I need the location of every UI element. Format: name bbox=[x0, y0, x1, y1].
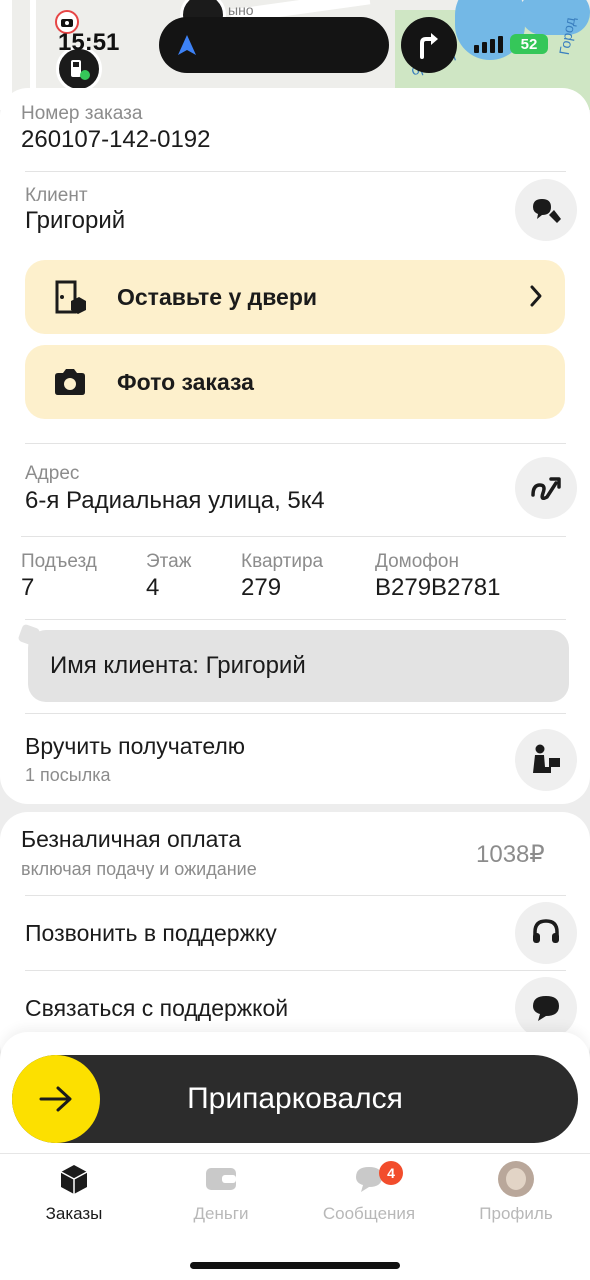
divider bbox=[25, 895, 566, 896]
person-parcel-icon bbox=[533, 744, 560, 773]
divider bbox=[25, 443, 566, 444]
turn-direction-button[interactable] bbox=[401, 17, 457, 73]
camera-icon bbox=[61, 19, 73, 27]
apartment-label: Квартира bbox=[241, 551, 324, 572]
entrance-value: 7 bbox=[21, 574, 35, 601]
leave-at-door-card[interactable]: Оставьте у двери bbox=[25, 260, 565, 334]
payment-amount: 1038₽ bbox=[476, 841, 545, 868]
fuel-pump-icon bbox=[71, 60, 90, 80]
tab-profile[interactable]: Профиль bbox=[442, 1160, 590, 1224]
contact-support-label[interactable]: Связаться с поддержкой bbox=[25, 995, 288, 1022]
call-support-button[interactable] bbox=[515, 902, 577, 964]
divider bbox=[21, 536, 566, 537]
tab-orders-label: Заказы bbox=[45, 1204, 103, 1223]
tab-bar-divider bbox=[0, 1153, 590, 1154]
payment-title: Безналичная оплата bbox=[21, 826, 242, 852]
tab-money[interactable]: Деньги bbox=[147, 1160, 295, 1224]
entrance-label: Подъезд bbox=[21, 551, 97, 572]
chevron-right-icon bbox=[530, 285, 542, 307]
battery-indicator: 52 bbox=[510, 34, 548, 54]
status-time: 15:51 bbox=[58, 29, 120, 56]
headset-icon bbox=[533, 919, 559, 943]
divider bbox=[25, 619, 566, 620]
navigation-pill[interactable] bbox=[159, 17, 389, 73]
arrow-right-icon bbox=[39, 1086, 72, 1112]
call-support-label[interactable]: Позвонить в поддержку bbox=[25, 920, 277, 947]
photo-order-label: Фото заказа bbox=[117, 368, 254, 395]
avatar bbox=[498, 1161, 534, 1197]
tab-money-label: Деньги bbox=[193, 1204, 249, 1223]
client-comment: Имя клиента: Григорий bbox=[28, 630, 569, 702]
signal-strength-icon bbox=[474, 36, 503, 53]
order-number: 260107-142-0192 bbox=[21, 126, 211, 153]
floor-label: Этаж bbox=[146, 551, 192, 572]
wallet-icon bbox=[206, 1168, 236, 1190]
route-icon bbox=[531, 477, 561, 501]
tab-messages-label: Сообщения bbox=[322, 1204, 416, 1223]
navigation-arrow-icon bbox=[178, 35, 196, 55]
handover-button[interactable] bbox=[515, 729, 577, 791]
camera-icon bbox=[55, 369, 85, 395]
chat-support-button[interactable] bbox=[515, 977, 577, 1039]
door-package-icon bbox=[55, 280, 86, 314]
leave-at-door-label: Оставьте у двери bbox=[117, 283, 318, 310]
photo-order-card[interactable]: Фото заказа bbox=[25, 345, 565, 419]
handover-subtitle: 1 посылка bbox=[25, 765, 111, 785]
turn-right-icon bbox=[420, 33, 438, 59]
intercom-label: Домофон bbox=[375, 551, 459, 572]
call-client-button[interactable] bbox=[515, 179, 577, 241]
address-label: Адрес bbox=[25, 463, 80, 484]
route-button[interactable] bbox=[515, 457, 577, 519]
payment-subtitle: включая подачу и ожидание bbox=[21, 859, 257, 879]
chat-bubble-icon bbox=[533, 996, 559, 1021]
address-value: 6-я Радиальная улица, 5к4 bbox=[25, 487, 325, 514]
divider bbox=[25, 713, 566, 714]
client-name: Григорий bbox=[25, 207, 126, 234]
divider bbox=[25, 171, 566, 172]
client-label: Клиент bbox=[25, 185, 88, 206]
tab-profile-label: Профиль bbox=[479, 1204, 553, 1223]
tab-messages[interactable]: Сообщения bbox=[295, 1160, 443, 1224]
tab-orders[interactable]: Заказы bbox=[0, 1160, 148, 1224]
floor-value: 4 bbox=[146, 574, 160, 601]
home-indicator[interactable] bbox=[190, 1262, 400, 1269]
box-icon bbox=[60, 1165, 88, 1194]
order-number-label: Номер заказа bbox=[21, 103, 143, 124]
map-label-1: ыно bbox=[228, 2, 254, 18]
phone-chat-icon bbox=[533, 199, 561, 223]
handover-title: Вручить получателю bbox=[25, 733, 246, 759]
divider bbox=[25, 970, 566, 971]
apartment-value: 279 bbox=[241, 574, 282, 601]
slider-knob[interactable] bbox=[12, 1055, 100, 1143]
slider-label: Припарковался bbox=[187, 1082, 403, 1115]
messages-badge: 4 bbox=[379, 1161, 403, 1185]
intercom-value: В279В2781 bbox=[375, 574, 501, 601]
